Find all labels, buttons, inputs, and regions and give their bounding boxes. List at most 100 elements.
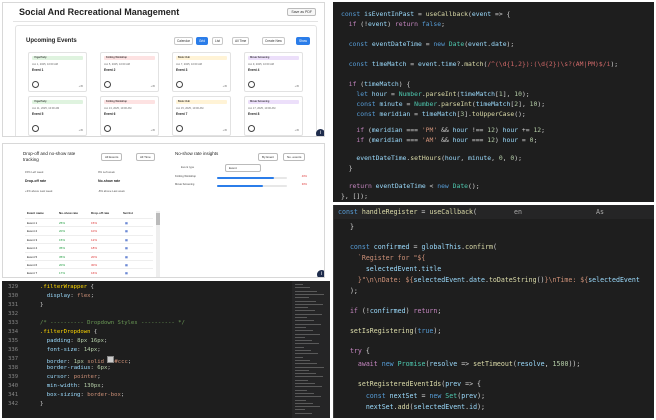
line-number-gutter: 329 330 331 332 333 334 335 336 337 338 339 340 341 3… — [2, 281, 32, 418]
event-name: Event 3 — [176, 68, 188, 72]
list-icon[interactable]: ▦ — [125, 255, 128, 259]
time-filter-select[interactable]: All Time — [136, 153, 155, 161]
table-cell: 16% — [91, 271, 98, 276]
time-filter-select[interactable]: All Time — [232, 37, 250, 45]
list-icon[interactable]: ▦ — [125, 229, 128, 233]
bar-label: Knitting Workshop — [175, 175, 197, 178]
list-icon[interactable]: ▦ — [125, 238, 128, 242]
create-new-button[interactable]: Create New — [262, 37, 285, 45]
progress-track — [217, 176, 287, 179]
progress-fill — [217, 176, 275, 179]
line-number: 332 — [8, 311, 19, 317]
list-view-button[interactable]: List — [212, 37, 223, 45]
noshow-bar-row: Movie Screening 30% — [175, 183, 307, 189]
bar-percent: 30% — [301, 183, 307, 186]
bar-percent: 40% — [301, 175, 307, 178]
event-name: Event 5 — [32, 112, 44, 116]
table-scrollbar[interactable] — [156, 211, 160, 277]
col-header[interactable]: Set list — [123, 211, 133, 215]
event-type-tag: Yoga Party — [32, 100, 83, 104]
col-header[interactable]: Event name — [27, 211, 44, 215]
language-indicator[interactable]: en — [514, 208, 522, 216]
line-number: 329 — [8, 284, 19, 290]
code-editor-css: 329 330 331 332 333 334 335 336 337 338 339 340 341 3… — [2, 281, 330, 418]
rates-table: Event name No-show rate Drop-off rate Se… — [25, 211, 157, 277]
select-radio[interactable] — [248, 81, 255, 88]
info-fab-button[interactable]: i — [316, 129, 324, 136]
dropoff-sub: 15% Left week — [25, 170, 44, 174]
calendar-view-button[interactable]: Calendar — [174, 37, 193, 45]
event-type-input[interactable]: Event — [225, 164, 261, 172]
event-card[interactable]: Book Club Jun 15, 2025, 10:00 AM Event 7 +4… — [172, 96, 231, 136]
event-date: Jun 15, 2025, 10:00 AM — [176, 107, 204, 110]
minimap[interactable] — [292, 281, 330, 418]
divider — [13, 21, 318, 22]
table-cell: Event 4 — [27, 246, 38, 251]
event-card[interactable]: Yoga Party Jun 11, 2025, 10:00 AM Event 5 +… — [28, 96, 87, 136]
list-icon[interactable]: ▦ — [125, 221, 128, 225]
info-fab-button[interactable]: i — [317, 270, 324, 277]
dropoff-change: +3% above Last week — [25, 189, 53, 193]
attendee-count: +45 — [150, 129, 155, 132]
event-card[interactable]: Movie Screening Jun 9, 2025, 10:00 AM Even… — [244, 52, 303, 92]
dropoff-title-line2: tracking — [23, 157, 39, 162]
event-card[interactable]: Knitting Workshop Jun 5, 2025, 10:00 AM Ev… — [100, 52, 159, 92]
select-radio[interactable] — [176, 81, 183, 88]
attendee-count: +45 — [150, 85, 155, 88]
line-number: 342 — [8, 401, 19, 407]
line-number: 335 — [8, 338, 19, 344]
upcoming-events-heading: Upcoming Events — [26, 38, 77, 44]
select-radio[interactable] — [248, 125, 255, 132]
col-header[interactable]: Drop-off rate — [91, 211, 109, 215]
event-card[interactable]: Book Club Jun 7, 2025, 10:00 AM Event 3 +45 — [172, 52, 231, 92]
show-button[interactable]: Show — [296, 37, 310, 45]
list-icon[interactable]: ▦ — [125, 263, 128, 267]
bar-label: Movie Screening — [175, 183, 195, 186]
font-size-indicator[interactable]: As — [596, 208, 604, 216]
line-number: 330 — [8, 293, 19, 299]
line-number: 341 — [8, 392, 19, 398]
attendee-count: +45 — [78, 129, 83, 132]
event-card[interactable]: Movie Screening Jun 17, 2025, 10:00 AM Eve… — [244, 96, 303, 136]
event-filter-select[interactable]: All Events — [101, 153, 123, 161]
no-events-select[interactable]: No. events — [283, 153, 306, 161]
list-icon[interactable]: ▦ — [125, 271, 128, 275]
select-radio[interactable] — [32, 125, 39, 132]
editor-tab-bar: const handleRegister = useCallback( en A… — [334, 205, 654, 219]
event-type-tag: Book Club — [176, 56, 227, 60]
table-row[interactable]: Event 7 17% 16% ▦ — [25, 268, 153, 277]
progress-fill — [217, 184, 264, 187]
select-radio[interactable] — [104, 125, 111, 132]
select-radio[interactable] — [104, 81, 111, 88]
table-cell: Event 2 — [27, 229, 38, 234]
event-type-tag: Yoga Party — [32, 56, 83, 60]
table-cell: Event 1 — [27, 221, 38, 225]
event-type-tag: Book Club — [176, 100, 227, 104]
event-date: Jun 7, 2025, 10:00 AM — [176, 63, 202, 66]
table-cell: 20% — [59, 229, 66, 234]
sort-by-select[interactable]: By Event — [258, 153, 279, 161]
event-date: Jun 9, 2025, 10:00 AM — [248, 63, 274, 66]
event-name: Event 2 — [104, 68, 116, 72]
event-name: Event 1 — [32, 68, 44, 72]
event-card[interactable]: Yoga Party Jun 1, 2025, 10:00 AM Event 1 +4… — [28, 52, 87, 92]
event-card[interactable]: Knitting Workshop Jun 13, 2025, 10:00 AM E… — [100, 96, 159, 136]
page-title: Social And Recreational Management — [19, 7, 180, 17]
list-icon[interactable]: ▦ — [125, 246, 128, 250]
attendee-count: +45 — [294, 129, 299, 132]
save-pdf-button[interactable]: Save as PDF — [287, 8, 316, 16]
event-name: Event 6 — [104, 112, 116, 116]
event-name: Event 8 — [248, 112, 260, 116]
select-radio[interactable] — [176, 125, 183, 132]
event-type-tag: Knitting Workshop — [104, 56, 155, 60]
event-date: Jun 17, 2025, 10:00 AM — [248, 107, 276, 110]
select-radio[interactable] — [32, 81, 39, 88]
code-editor-handleRegister: const handleRegister = useCallback( en A… — [333, 205, 654, 418]
analytics-panel: Drop-off and no-show rate tracking All E… — [2, 143, 325, 278]
scroll-thumb[interactable] — [156, 213, 160, 225]
event-date: Jun 13, 2025, 10:00 AM — [104, 107, 132, 110]
col-header[interactable]: No-show rate — [59, 211, 78, 215]
grid-view-button[interactable]: Grid — [196, 37, 209, 45]
table-cell: 18% — [91, 246, 98, 251]
line-number: 334 — [8, 329, 19, 335]
